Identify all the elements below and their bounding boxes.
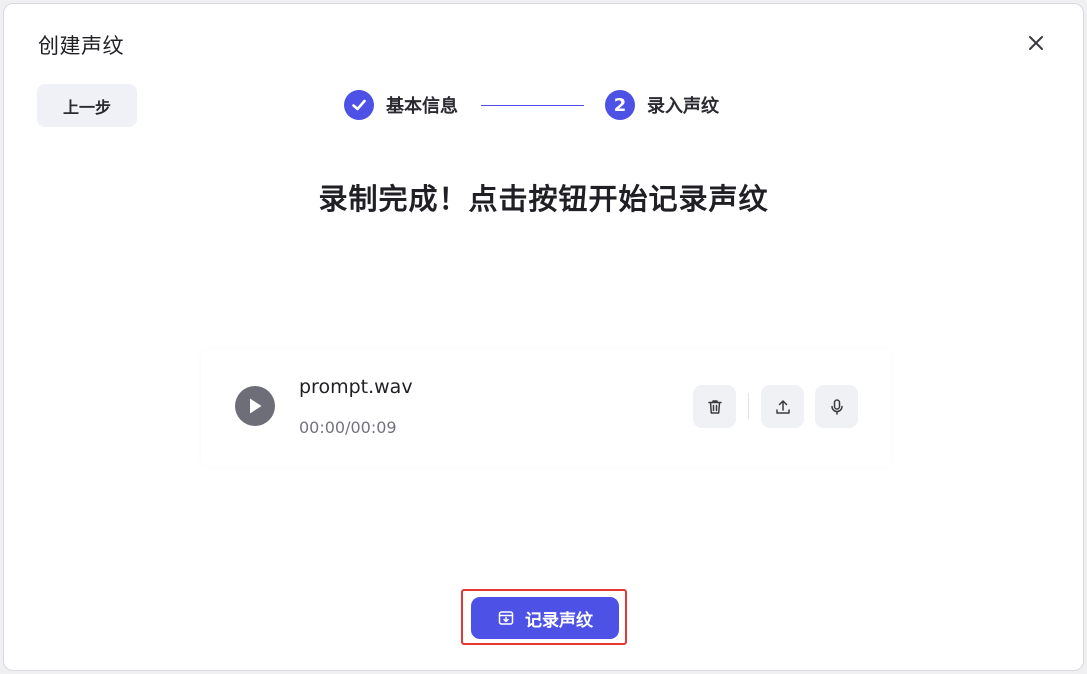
step-connector — [481, 104, 584, 106]
close-button[interactable] — [1025, 32, 1047, 54]
dialog-title: 创建声纹 — [38, 34, 124, 58]
stepper: 基本信息 2 录入声纹 — [344, 90, 719, 120]
play-icon — [250, 398, 262, 414]
toolbar-divider — [748, 393, 749, 419]
play-button[interactable] — [235, 386, 275, 426]
microphone-icon — [830, 398, 843, 415]
trash-icon — [707, 399, 722, 414]
delete-button[interactable] — [693, 385, 736, 428]
step-number: 2 — [605, 90, 635, 120]
upload-icon — [775, 399, 790, 414]
audio-time: 00:00/00:09 — [299, 418, 397, 437]
previous-step-button[interactable]: 上一步 — [37, 84, 137, 127]
status-headline: 录制完成！点击按钮开始记录声纹 — [318, 182, 769, 216]
audio-file-card: prompt.wav 00:00/00:09 — [201, 349, 891, 467]
step-completed-indicator — [344, 90, 374, 120]
close-icon — [1029, 36, 1043, 50]
upload-button[interactable] — [761, 385, 804, 428]
step-basic-info: 基本信息 — [344, 90, 458, 120]
audio-file-name: prompt.wav — [299, 376, 413, 398]
check-icon — [352, 99, 366, 111]
step-record-voiceprint: 2 录入声纹 — [605, 90, 719, 120]
microphone-button[interactable] — [815, 385, 858, 428]
record-voiceprint-button[interactable]: 记录声纹 — [471, 597, 619, 639]
step-label: 基本信息 — [386, 96, 458, 117]
step-label: 录入声纹 — [647, 96, 719, 117]
create-voiceprint-dialog: 创建声纹 上一步 基本信息 2 录入声纹 录制完成！点击按钮开始记录声纹 pro… — [3, 3, 1084, 671]
save-record-icon — [497, 609, 515, 627]
record-button-label: 记录声纹 — [525, 610, 593, 631]
